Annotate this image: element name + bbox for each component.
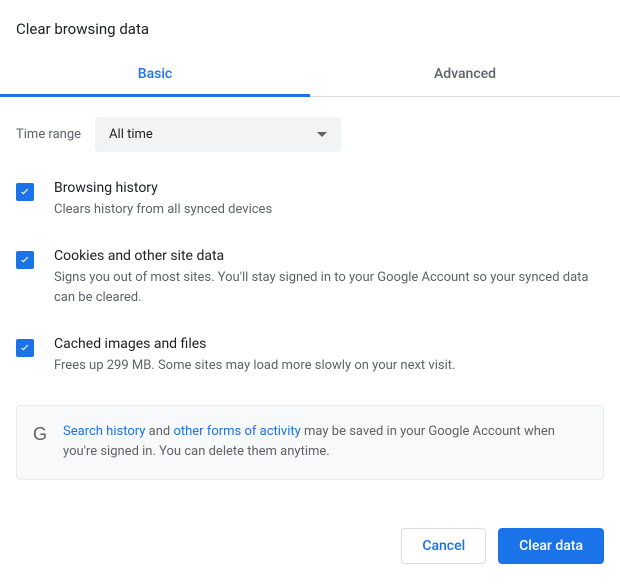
chevron-down-icon [317,132,327,137]
dialog-body: Time range All time Browsing history Cle… [0,97,620,480]
checkbox-cookies[interactable] [16,251,34,269]
google-logo-icon: G [33,424,47,445]
option-desc: Signs you out of most sites. You'll stay… [54,268,604,308]
option-title: Browsing history [54,180,604,196]
option-text: Browsing history Clears history from all… [54,180,604,220]
check-icon [18,341,32,355]
option-text: Cookies and other site data Signs you ou… [54,248,604,308]
check-icon [18,253,32,267]
time-range-label: Time range [16,127,81,142]
search-history-link[interactable]: Search history [63,424,145,439]
option-desc: Clears history from all synced devices [54,200,604,220]
option-cache: Cached images and files Frees up 299 MB.… [16,336,604,376]
google-account-notice: G Search history and other forms of acti… [16,405,604,481]
notice-mid: and [145,424,173,439]
clear-data-button[interactable]: Clear data [498,528,604,564]
option-cookies: Cookies and other site data Signs you ou… [16,248,604,308]
option-text: Cached images and files Frees up 299 MB.… [54,336,604,376]
dialog-footer: Cancel Clear data [0,480,620,580]
other-activity-link[interactable]: other forms of activity [173,424,300,439]
time-range-value: All time [109,127,153,142]
dialog-title: Clear browsing data [0,0,620,54]
checkbox-browsing-history[interactable] [16,183,34,201]
time-range-select[interactable]: All time [95,117,341,152]
option-title: Cached images and files [54,336,604,352]
notice-text: Search history and other forms of activi… [63,422,587,464]
time-range-row: Time range All time [16,117,604,152]
tab-advanced[interactable]: Advanced [310,54,620,96]
clear-browsing-data-dialog: Clear browsing data Basic Advanced Time … [0,0,620,580]
check-icon [18,185,32,199]
option-title: Cookies and other site data [54,248,604,264]
cancel-button[interactable]: Cancel [401,528,486,564]
checkbox-cache[interactable] [16,339,34,357]
tab-basic[interactable]: Basic [0,54,310,96]
option-desc: Frees up 299 MB. Some sites may load mor… [54,356,604,376]
option-browsing-history: Browsing history Clears history from all… [16,180,604,220]
tabs: Basic Advanced [0,54,620,97]
